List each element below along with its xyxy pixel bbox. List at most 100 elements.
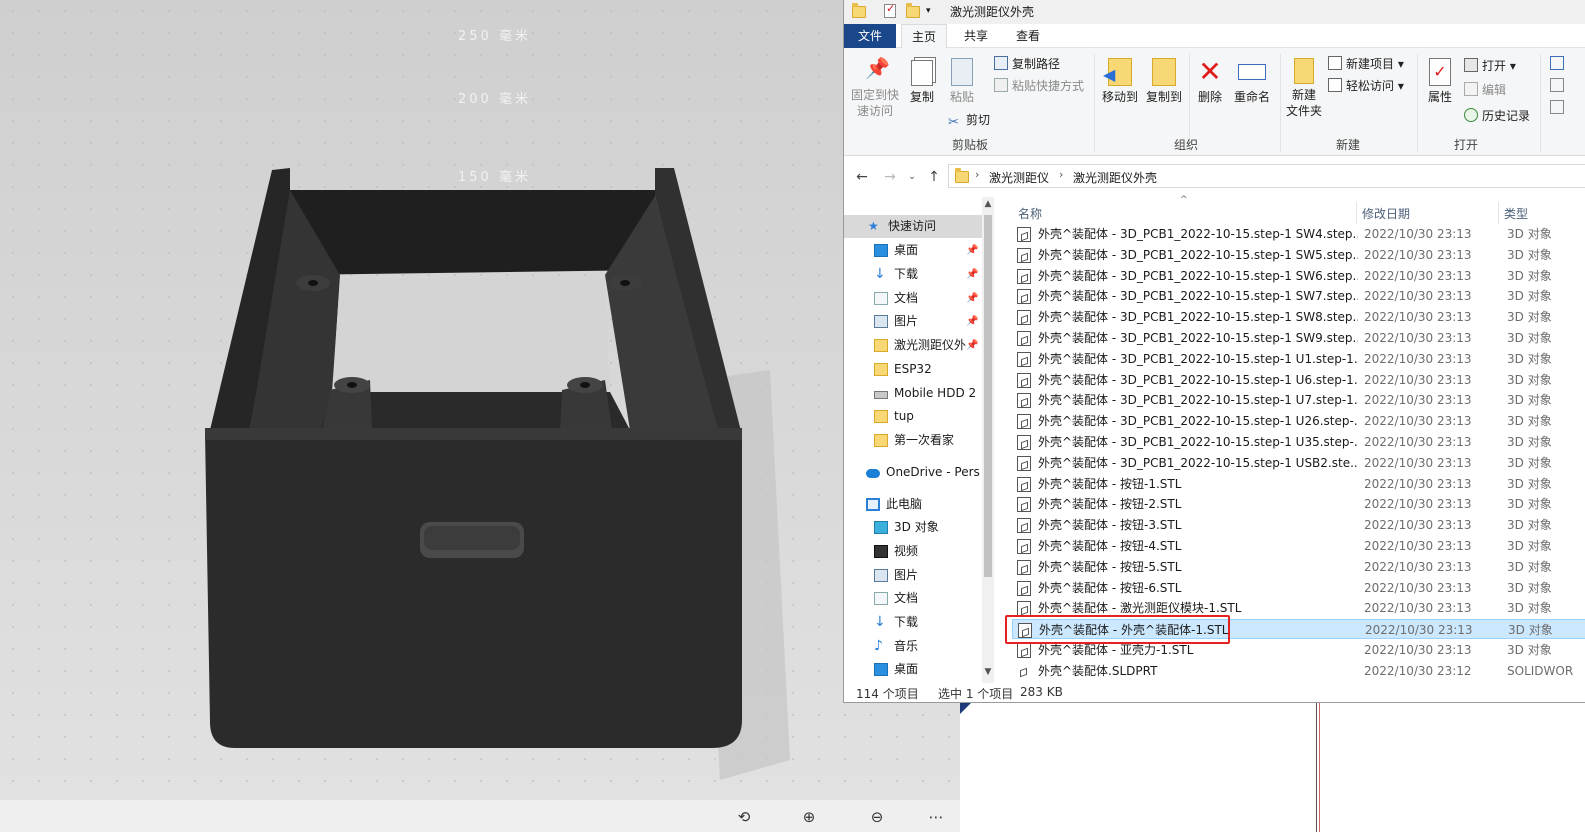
file-name: 外壳^装配体 - 3D_PCB1_2022-10-15.step-1 SW5.s… — [1038, 247, 1358, 262]
breadcrumb-item[interactable]: 激光测距仪 — [989, 169, 1049, 186]
forward-arrow-icon[interactable]: → — [880, 167, 900, 187]
nav-item[interactable]: OneDrive - Pers — [844, 461, 982, 484]
tab-home[interactable]: 主页 — [901, 24, 947, 48]
nav-item[interactable]: 桌面 — [844, 658, 982, 681]
nav-item[interactable]: 文档 📌 — [844, 287, 982, 310]
column-header-type[interactable]: 类型 — [1504, 205, 1528, 222]
file-row[interactable]: 外壳^装配体 - 3D_PCB1_2022-10-15.step-1 U1.st… — [1012, 349, 1585, 369]
navigation-pane: ▲ ▼ ★ 快速访问 桌面 📌 ↓ 下载 📌 文档 📌 图片 📌 激光测距仪外 📌 ESP32 Mobile… — [844, 197, 994, 683]
nav-item[interactable]: ESP32 — [844, 358, 982, 381]
nav-item[interactable]: 视频 — [844, 540, 982, 563]
file-date: 2022/10/30 23:13 — [1364, 518, 1472, 533]
easy-access-button[interactable]: 轻松访问 ▾ — [1328, 76, 1404, 96]
file-row[interactable]: 外壳^装配体 - 3D_PCB1_2022-10-15.step-1 USB2.… — [1012, 453, 1585, 473]
new-folder-label-line2: 文件夹 — [1285, 104, 1322, 118]
tab-view[interactable]: 查看 — [1006, 24, 1050, 48]
address-input[interactable]: › 激光测距仪 › 激光测距仪外壳 — [948, 164, 1585, 188]
rename-button[interactable]: 重命名 — [1230, 58, 1274, 105]
nav-item[interactable]: ↓ 下载 — [844, 611, 982, 634]
paste-shortcut-icon — [994, 78, 1008, 92]
properties-button[interactable]: ✓ 属性 — [1420, 58, 1460, 105]
file-row[interactable]: 外壳^装配体 - 3D_PCB1_2022-10-15.step-1 SW4.s… — [1012, 224, 1585, 244]
breadcrumb-item[interactable]: 激光测距仪外壳 — [1073, 169, 1157, 186]
3d-viewer[interactable]: 250 毫米 200 毫米 150 毫米 ⟲ ⊕ ⊖ ⋯ — [0, 0, 960, 832]
file-row[interactable]: 外壳^装配体 - 3D_PCB1_2022-10-15.step-1 U35.s… — [1012, 432, 1585, 452]
more-icon[interactable]: ⋯ — [925, 806, 947, 828]
nav-item[interactable]: 文档 — [844, 587, 982, 610]
nav-item[interactable]: 此电脑 — [844, 493, 982, 516]
file-row[interactable]: 外壳^装配体 - 3D_PCB1_2022-10-15.step-1 U26.s… — [1012, 411, 1585, 431]
paste-shortcut-button[interactable]: 粘贴快捷方式 — [994, 76, 1084, 96]
file-row[interactable]: 外壳^装配体 - 按钮-4.STL 2022/10/30 23:13 3D 对象 — [1012, 536, 1585, 556]
open-button[interactable]: 打开 ▾ — [1464, 56, 1516, 76]
highlight-annotation — [1005, 615, 1230, 644]
new-item-label: 新建项目 — [1346, 57, 1395, 71]
file-row[interactable]: 外壳^装配体 - 3D_PCB1_2022-10-15.step-1 SW7.s… — [1012, 286, 1585, 306]
file-row[interactable]: 外壳^装配体 - 3D_PCB1_2022-10-15.step-1 SW9.s… — [1012, 328, 1585, 348]
file-row[interactable]: 外壳^装配体 - 3D_PCB1_2022-10-15.step-1 U6.st… — [1012, 370, 1585, 390]
selected-count: 选中 1 个项目 — [938, 687, 1014, 701]
properties-quick-icon[interactable]: ✓ — [884, 2, 896, 18]
nav-item[interactable]: Mobile HDD 2 — [844, 382, 982, 405]
nav-item[interactable]: ↓ 下载 📌 — [844, 263, 982, 286]
column-separator[interactable] — [1356, 202, 1357, 224]
move-to-button[interactable]: ◀ 移动到 — [1098, 58, 1142, 105]
nav-item[interactable]: ♪ 音乐 — [844, 635, 982, 658]
paste-label: 粘贴 — [949, 90, 974, 104]
history-button[interactable]: 历史记录 — [1464, 106, 1530, 126]
file-date: 2022/10/30 23:13 — [1364, 414, 1472, 429]
zoom-in-icon[interactable]: ⊕ — [798, 806, 820, 828]
nav-scrollbar[interactable]: ▲ ▼ — [982, 197, 994, 683]
file-date: 2022/10/30 23:13 — [1365, 623, 1473, 638]
file-row[interactable]: 外壳^装配体.SLDPRT 2022/10/30 23:12 SOLIDWOR — [1012, 661, 1585, 681]
new-item-button[interactable]: 新建项目 ▾ — [1328, 54, 1404, 74]
tab-share[interactable]: 共享 — [954, 24, 998, 48]
nav-item[interactable]: 桌面 📌 — [844, 239, 982, 262]
ribbon-separator — [1280, 54, 1281, 152]
customize-quick-access-icon[interactable]: ▾ — [926, 6, 940, 22]
file-row[interactable]: 外壳^装配体 - 按钮-5.STL 2022/10/30 23:13 3D 对象 — [1012, 557, 1585, 577]
file-row[interactable]: 外壳^装配体 - 按钮-2.STL 2022/10/30 23:13 3D 对象 — [1012, 494, 1585, 514]
up-arrow-icon[interactable]: ↑ — [924, 167, 944, 187]
nav-item[interactable]: ★ 快速访问 — [844, 215, 982, 238]
file-row[interactable]: 外壳^装配体 - 3D_PCB1_2022-10-15.step-1 SW6.s… — [1012, 266, 1585, 286]
recent-locations-chevron-icon[interactable]: ⌄ — [902, 167, 922, 187]
edit-button[interactable]: 编辑 — [1464, 80, 1506, 100]
scroll-thumb[interactable] — [984, 215, 992, 577]
scroll-down-icon[interactable]: ▼ — [982, 667, 994, 681]
file-row[interactable]: 外壳^装配体 - 3D_PCB1_2022-10-15.step-1 SW5.s… — [1012, 245, 1585, 265]
file-row[interactable]: 外壳^装配体 - 按钮-1.STL 2022/10/30 23:13 3D 对象 — [1012, 474, 1585, 494]
scroll-up-icon[interactable]: ▲ — [982, 199, 994, 213]
column-separator[interactable] — [1498, 202, 1499, 224]
column-header-date[interactable]: 修改日期 — [1362, 205, 1410, 222]
nav-item[interactable]: 激光测距仪外 📌 — [844, 334, 982, 357]
paste-button[interactable]: 粘贴 — [944, 58, 980, 105]
file-row[interactable]: 外壳^装配体 - 按钮-3.STL 2022/10/30 23:13 3D 对象 — [1012, 515, 1585, 535]
pin-quick-access-button[interactable]: 📌 固定到快 速访问 — [848, 58, 902, 119]
nav-item[interactable]: 图片 — [844, 564, 982, 587]
select-all-icon[interactable] — [1550, 56, 1564, 70]
nav-item[interactable]: 3D 对象 — [844, 516, 982, 539]
select-none-icon[interactable] — [1550, 78, 1564, 92]
copy-to-button[interactable]: 复制到 — [1142, 58, 1186, 105]
enclosure-model[interactable] — [0, 0, 960, 800]
file-row[interactable]: 外壳^装配体 - 3D_PCB1_2022-10-15.step-1 U7.st… — [1012, 390, 1585, 410]
nav-item[interactable]: 图片 📌 — [844, 310, 982, 333]
nav-item[interactable]: tup — [844, 405, 982, 428]
zoom-out-icon[interactable]: ⊖ — [866, 806, 888, 828]
rotate-view-icon[interactable]: ⟲ — [733, 806, 755, 828]
tab-file[interactable]: 文件 — [844, 24, 896, 48]
invert-selection-icon[interactable] — [1550, 100, 1564, 114]
new-folder-quick-icon[interactable] — [906, 3, 920, 19]
nav-item[interactable]: 第一次看家 — [844, 429, 982, 452]
copy-path-button[interactable]: 复制路径 — [994, 54, 1060, 74]
cut-button[interactable]: ✂ 剪切 — [948, 110, 990, 130]
column-header-name[interactable]: 名称 — [1018, 205, 1042, 222]
file-row[interactable]: 外壳^装配体 - 按钮-6.STL 2022/10/30 23:13 3D 对象 — [1012, 578, 1585, 598]
copy-button[interactable]: 复制 — [904, 60, 940, 105]
new-folder-button[interactable]: 新建 文件夹 — [1284, 58, 1324, 119]
back-arrow-icon[interactable]: ← — [852, 167, 872, 187]
delete-button[interactable]: ✕ 删除 — [1192, 58, 1228, 105]
file-row[interactable]: 外壳^装配体 - 3D_PCB1_2022-10-15.step-1 SW8.s… — [1012, 307, 1585, 327]
file-date: 2022/10/30 23:13 — [1364, 351, 1472, 366]
